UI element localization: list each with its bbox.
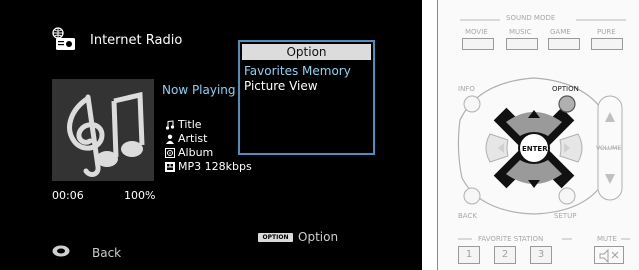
info-label: INFO [458, 85, 475, 93]
back-remote-label: BACK [458, 212, 477, 220]
station-3-label: 3 [537, 249, 545, 260]
remote-control: SOUND MODE MOVIE MUSIC GAME PURE INFO OP… [437, 0, 639, 270]
track-artist: Artist [165, 132, 207, 145]
station-2-label: 2 [501, 249, 509, 260]
menu-item-picture-view[interactable]: Picture View [244, 79, 373, 94]
menu-item-favorites-memory[interactable]: Favorites Memory [244, 64, 373, 79]
station-3-button[interactable]: 3 [530, 246, 552, 264]
pure-label: PURE [597, 28, 616, 36]
left-arrow-button [485, 133, 509, 163]
right-arrow-button [559, 133, 583, 163]
album-icon [165, 147, 175, 158]
album-art [52, 79, 154, 181]
track-album: Album [165, 146, 213, 159]
option-label: Option [298, 230, 339, 244]
station-1-button[interactable]: 1 [458, 246, 480, 264]
movie-label: MOVIE [465, 28, 488, 36]
setup-button [558, 187, 576, 205]
elapsed-time: 00:06 [52, 189, 84, 202]
back-remote-button [463, 187, 481, 205]
option-remote-label: OPTION [552, 85, 579, 93]
option-remote-button [558, 95, 576, 113]
sound-mode-label: SOUND MODE [506, 14, 556, 22]
buffer-percent: 100% [124, 189, 156, 202]
track-title: Title [165, 118, 202, 131]
internet-radio-icon [52, 27, 76, 51]
down-arrow-icon [528, 180, 540, 188]
favorite-station-label: FAVORITE STATION [478, 235, 544, 243]
music-label: MUSIC [509, 28, 532, 36]
title-text: Title [178, 118, 202, 131]
mute-button[interactable] [594, 246, 624, 264]
back-label: Back [92, 246, 122, 260]
format-icon [165, 161, 175, 172]
option-menu-title: Option [242, 44, 371, 60]
now-playing-label: Now Playing [162, 83, 236, 97]
enter-label: ENTER [522, 145, 548, 153]
option-menu: Option Favorites Memory Picture View [238, 40, 375, 155]
tv-screen: Internet Radio Now Playing Title Artist … [0, 0, 422, 270]
mute-label: MUTE [597, 235, 617, 243]
music-button[interactable] [506, 38, 538, 50]
track-format: MP3 128kbps [165, 160, 252, 173]
info-button [463, 95, 481, 113]
setup-label: SETUP [554, 212, 577, 220]
game-button[interactable] [548, 38, 580, 50]
music-notes-icon [52, 79, 154, 181]
station-2-button[interactable]: 2 [494, 246, 516, 264]
back-button-icon [52, 242, 70, 257]
source-name: Internet Radio [90, 33, 183, 48]
artist-text: Artist [178, 132, 208, 145]
volume-label: VOLUME [596, 145, 622, 152]
station-1-label: 1 [465, 249, 473, 260]
format-text: MP3 128kbps [178, 160, 252, 173]
album-text: Album [178, 146, 214, 159]
movie-button[interactable] [462, 38, 494, 50]
person-icon [165, 134, 175, 144]
music-note-icon [165, 119, 175, 130]
option-button-icon: OPTION [258, 233, 293, 242]
pure-button[interactable] [591, 38, 623, 50]
game-label: GAME [550, 28, 571, 36]
